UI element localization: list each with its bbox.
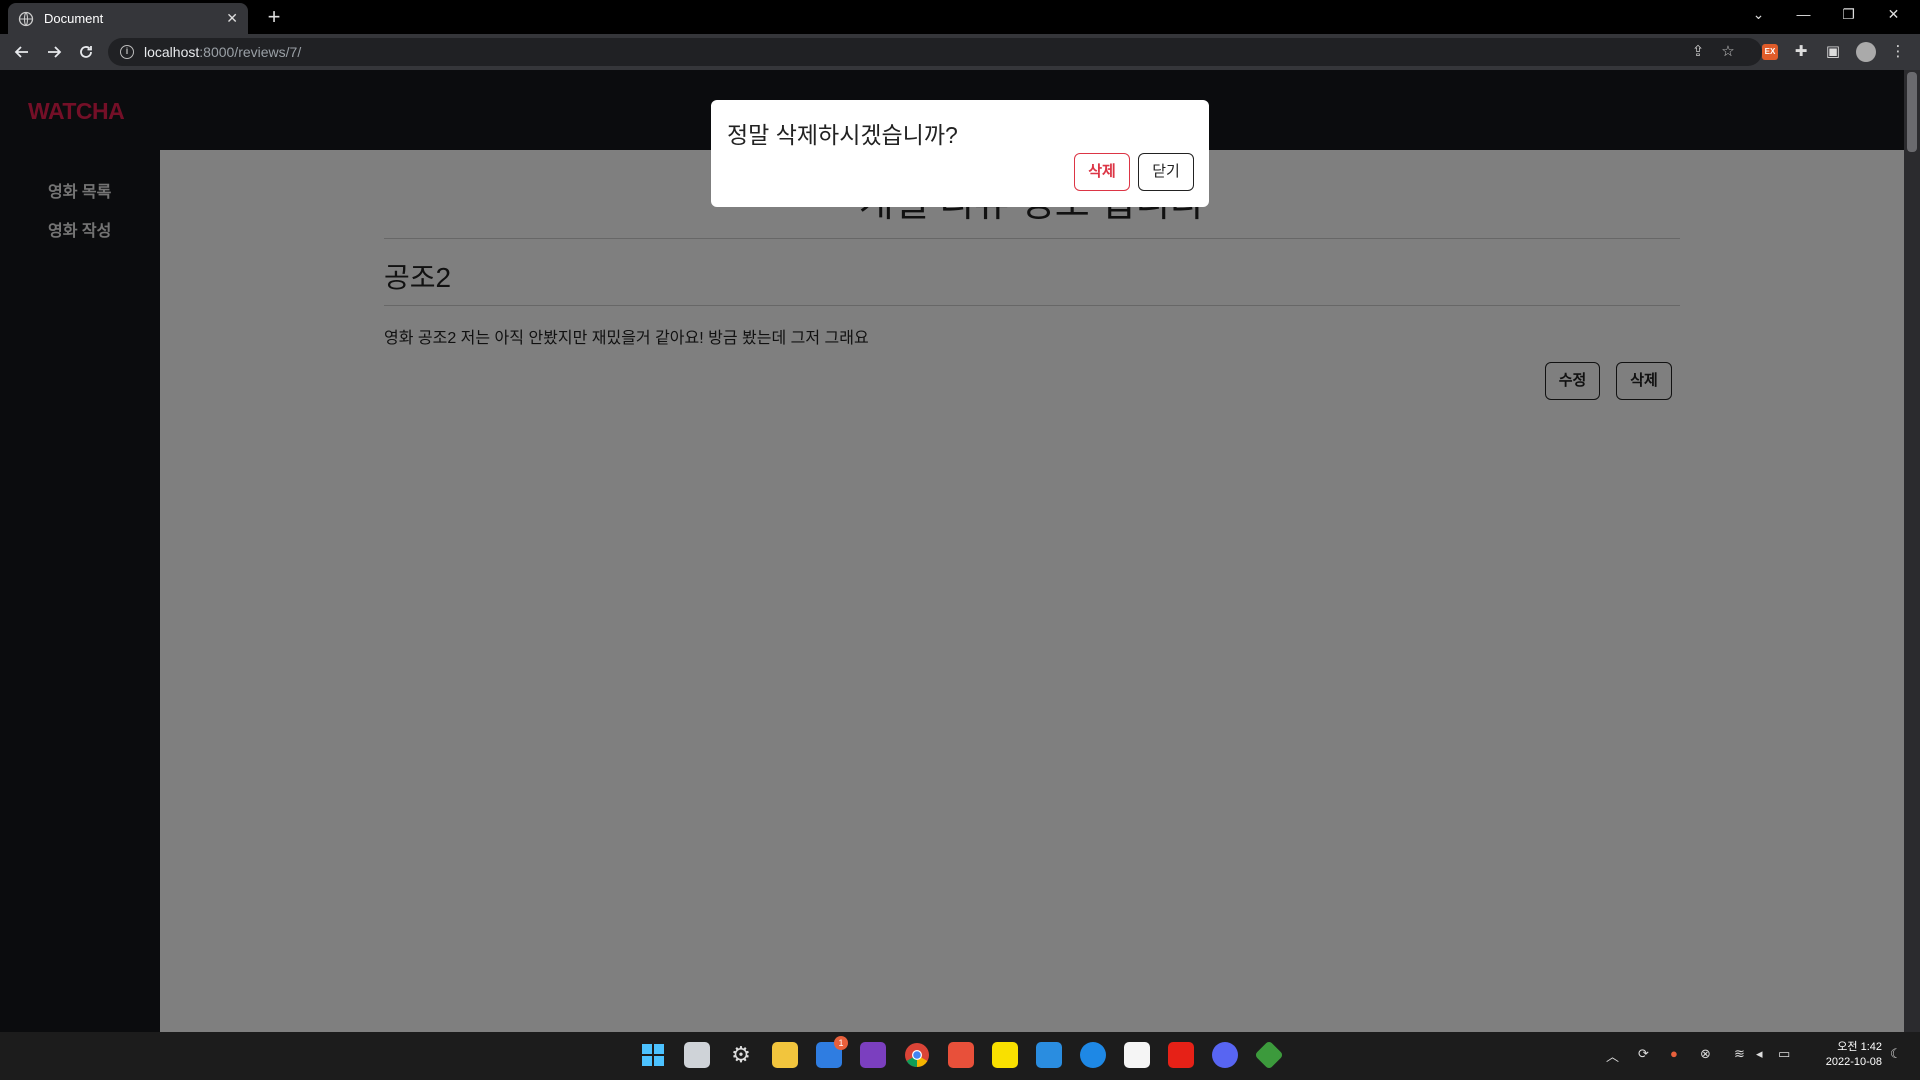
tab-search-chevron-icon[interactable]: ⌄	[1736, 0, 1781, 28]
browser-tab[interactable]: Document ✕	[8, 3, 248, 34]
clock-time: 오전 1:42	[1837, 1041, 1882, 1053]
sync-icon[interactable]: ⟳	[1638, 1046, 1649, 1062]
discord-icon[interactable]	[1212, 1042, 1238, 1068]
forward-arrow-icon[interactable]	[40, 38, 68, 66]
microphone-icon[interactable]: ●	[1670, 1046, 1678, 1061]
volume-icon[interactable]: ◂	[1756, 1046, 1763, 1062]
url-path: :8000/reviews/7/	[199, 44, 302, 60]
back-arrow-icon[interactable]	[8, 38, 36, 66]
restore-button[interactable]: ❐	[1826, 0, 1871, 28]
notification-badge: 1	[834, 1036, 848, 1050]
git-icon[interactable]	[1254, 1040, 1284, 1070]
modal-message: 정말 삭제하시겠습니까?	[727, 122, 958, 148]
extensions-puzzle-icon[interactable]: ✚	[1787, 38, 1815, 66]
os-taskbar: ⚙ 1 ︿ ⟳ ● ⊗ ≋ ◂ ▭ 오전 1:42 2022-10-08 ☾	[0, 1032, 1920, 1080]
address-bar[interactable]: i localhost:8000/reviews/7/	[108, 38, 1762, 66]
start-windows-icon[interactable]	[640, 1042, 666, 1068]
confirm-delete-modal: 정말 삭제하시겠습니까? 삭제 닫기	[711, 100, 1209, 207]
chrome-icon[interactable]	[904, 1042, 930, 1068]
browser-tab-strip: Document ✕ + ⌄ — ❐ ✕	[0, 0, 1920, 34]
tray-overflow-chevron-icon[interactable]: ︿	[1606, 1046, 1619, 1065]
extension-badge-icon[interactable]: EX	[1762, 44, 1778, 60]
clock-date: 2022-10-08	[1825, 1056, 1882, 1068]
new-tab-button[interactable]: +	[260, 3, 288, 31]
scrollbar-thumb[interactable]	[1907, 72, 1917, 152]
side-panel-icon[interactable]: ▣	[1819, 38, 1847, 66]
store-icon[interactable]	[1036, 1042, 1062, 1068]
browser-toolbar: i localhost:8000/reviews/7/ ⇪ ☆ EX ✚ ▣ ⋮	[0, 34, 1920, 70]
kakaotalk-icon[interactable]	[992, 1042, 1018, 1068]
page-scrollbar[interactable]	[1904, 70, 1920, 1032]
wifi-icon[interactable]: ≋	[1734, 1046, 1745, 1062]
onenote-icon[interactable]	[860, 1042, 886, 1068]
task-view-icon[interactable]	[684, 1042, 710, 1068]
share-icon[interactable]: ⇪	[1686, 38, 1710, 66]
profile-avatar[interactable]	[1856, 42, 1876, 62]
app-icon[interactable]	[1080, 1042, 1106, 1068]
modal-close-button[interactable]: 닫기	[1138, 153, 1194, 191]
battery-icon[interactable]: ▭	[1778, 1046, 1790, 1062]
tab-close-icon[interactable]: ✕	[226, 10, 238, 27]
modal-backdrop[interactable]	[0, 70, 1904, 1032]
url-host: localhost	[144, 44, 200, 60]
app-tray-icon[interactable]: ⊗	[1700, 1046, 1711, 1062]
bookmark-star-icon[interactable]: ☆	[1716, 38, 1740, 66]
window-close-button[interactable]: ✕	[1871, 0, 1916, 28]
reload-icon[interactable]	[72, 38, 100, 66]
notification-moon-icon[interactable]: ☾	[1890, 1046, 1902, 1062]
globe-icon	[18, 11, 34, 26]
menu-kebab-icon[interactable]: ⋮	[1884, 38, 1912, 66]
minimize-button[interactable]: —	[1781, 0, 1826, 28]
file-explorer-icon[interactable]	[772, 1042, 798, 1068]
site-info-icon[interactable]: i	[120, 45, 134, 59]
youtube-icon[interactable]	[1168, 1042, 1194, 1068]
notion-icon[interactable]	[1124, 1042, 1150, 1068]
settings-gear-icon[interactable]: ⚙	[728, 1042, 754, 1068]
system-clock[interactable]: 오전 1:42 2022-10-08	[1806, 1040, 1882, 1070]
modal-confirm-delete-button[interactable]: 삭제	[1074, 153, 1130, 191]
todo-app-icon[interactable]: 1	[816, 1036, 848, 1068]
powerpoint-icon[interactable]	[948, 1042, 974, 1068]
tab-title: Document	[44, 11, 104, 26]
